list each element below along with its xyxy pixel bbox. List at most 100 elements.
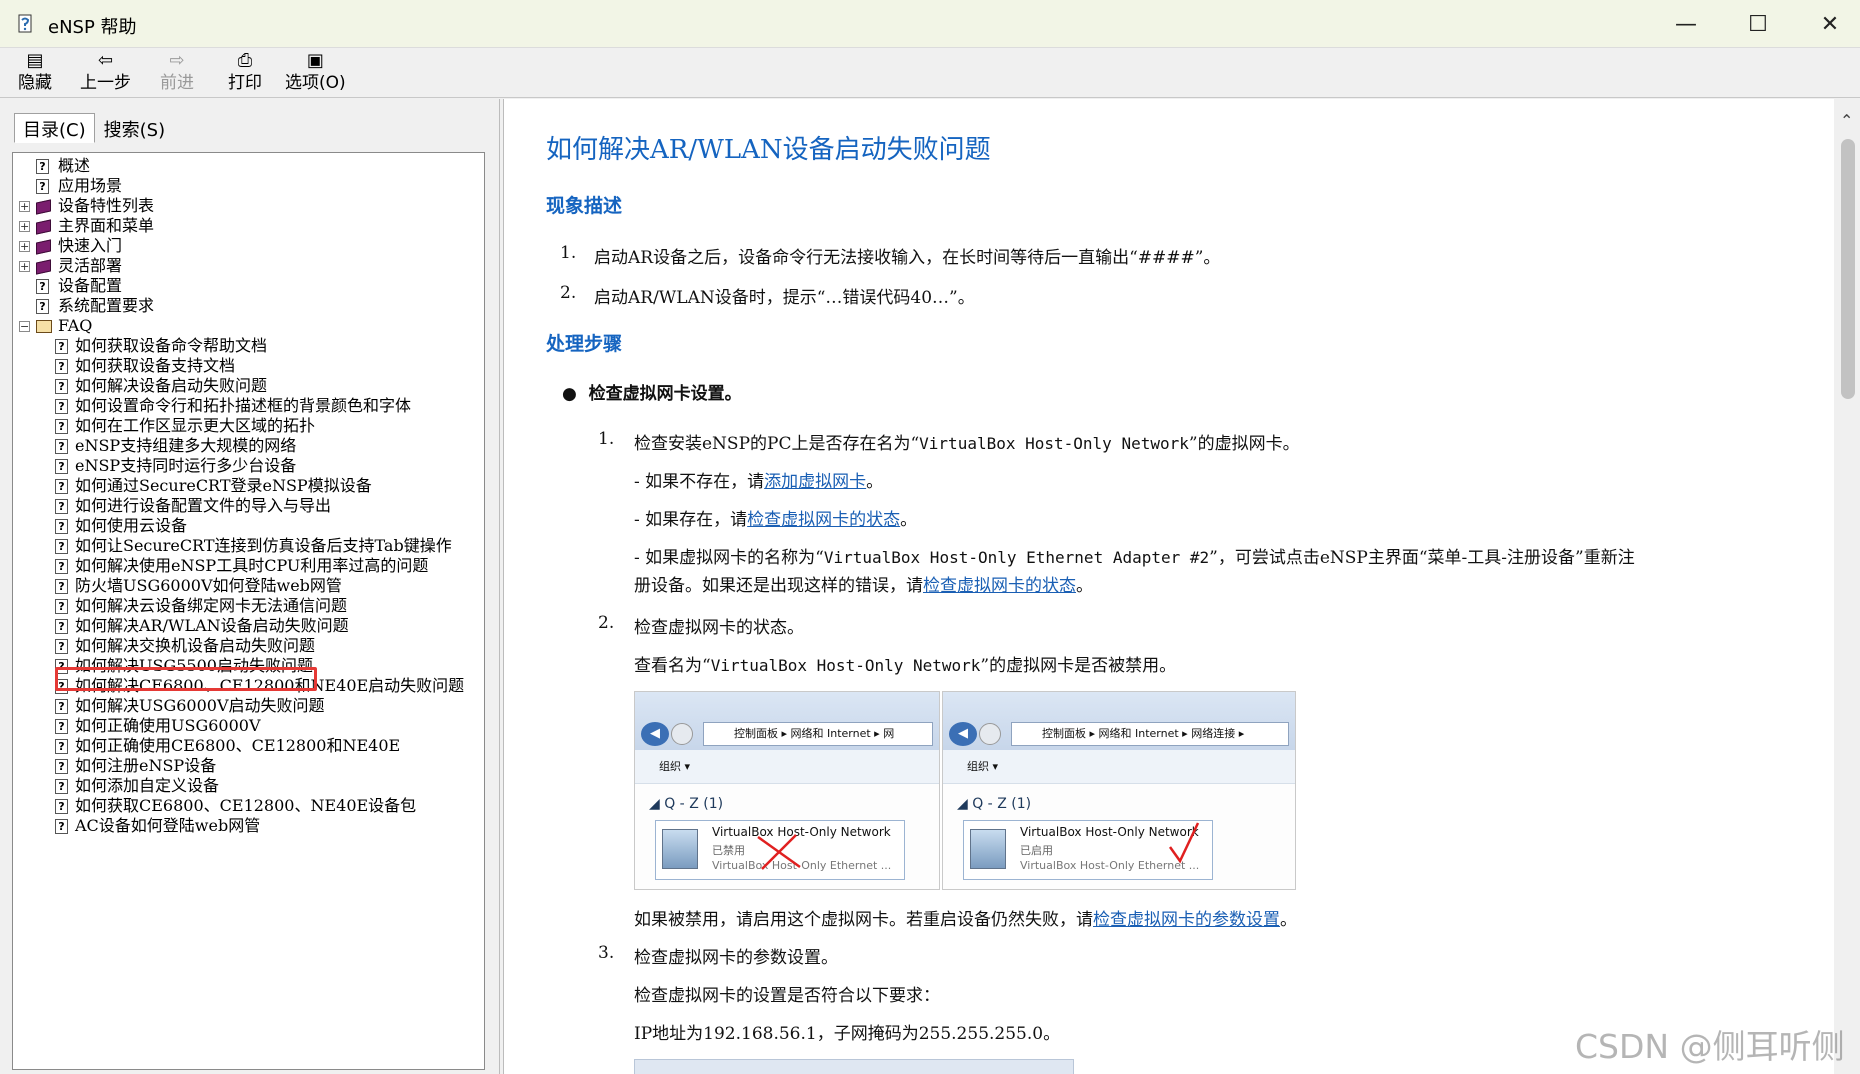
faq-list: ? 如何获取设备命令帮助文档? 如何获取设备支持文档? 如何解决设备启动失败问题? 如何… [13,336,484,836]
window-title: eNSP 帮助 [48,17,137,38]
help-page-icon: ? [55,499,68,514]
help-page-icon: ? [55,359,68,374]
expand-icon[interactable]: + [19,201,30,212]
options-button[interactable]: ▣ 选项(O) [285,50,346,96]
help-page-icon: ? [55,719,68,734]
back-circle-icon: ◀ [949,722,977,746]
tree-item-faq-15[interactable]: ? 如何解决交换机设备启动失败问题 [13,636,484,656]
tree-item-faq-1[interactable]: ? 如何获取设备支持文档 [13,356,484,376]
check-status-link-2[interactable]: 检查虚拟网卡的状态 [923,576,1076,596]
help-page-icon: ? [55,599,68,614]
tree-item-faq-21[interactable]: ? 如何注册eNSP设备 [13,756,484,776]
section-heading-steps: 处理步骤 [546,333,623,355]
close-icon[interactable]: ✕ [1808,8,1852,40]
help-page-icon: ? [55,459,68,474]
nav-tabs: 目录(C) 搜索(S) [14,113,174,143]
tree-item-deploy[interactable]: + 灵活部署 [13,256,484,276]
help-page-icon: ? [55,699,68,714]
navigation-pane: 目录(C) 搜索(S) ? 概述 ? 应用场景 + 设备特性列表 + 主界面和菜单 + 快… [0,99,500,1074]
help-page-icon: ? [36,179,49,194]
tree-item-faq-6[interactable]: ? eNSP支持同时运行多少台设备 [13,456,484,476]
tree-item-faq-13[interactable]: ? 如何解决云设备绑定网卡无法通信问题 [13,596,484,616]
tree-item-faq-3[interactable]: ? 如何设置命令行和拓扑描述框的背景颜色和字体 [13,396,484,416]
back-circle-icon: ◀ [641,722,669,746]
print-button[interactable]: ⎙ 打印 [228,50,262,96]
check-status-link[interactable]: 检查虚拟网卡的状态 [747,510,900,530]
step1-option-c-cont: 册设备。如果还是出现这样的错误，请检查虚拟网卡的状态。 [634,576,1093,596]
expand-icon[interactable]: + [19,241,30,252]
tree-item-faq-14[interactable]: ? 如何解决AR/WLAN设备启动失败问题 [13,616,484,636]
hide-pane-icon: ▤ [26,50,44,71]
help-page-icon: ? [55,439,68,454]
tree-item-faq-16[interactable]: ? 如何解决USG5500启动失败问题 [13,656,484,676]
tree-item-faq-19[interactable]: ? 如何正确使用USG6000V [13,716,484,736]
tree-item-faq-10[interactable]: ? 如何让SecureCRT连接到仿真设备后支持Tab键操作 [13,536,484,556]
help-page-icon: ? [55,799,68,814]
tree-item-faq-18[interactable]: ? 如何解决USG6000V启动失败问题 [13,696,484,716]
collapse-icon[interactable]: − [19,321,30,332]
title-bar: eNSP 帮助 — ☐ ✕ [0,0,1860,48]
tree-item-features[interactable]: + 设备特性列表 [13,196,484,216]
help-page-icon: ? [55,519,68,534]
tree-item-faq-4[interactable]: ? 如何在工作区显示更大区域的拓扑 [13,416,484,436]
organize-menu: 组织 ▾ [635,750,939,784]
tree-item-device-config[interactable]: ? 设备配置 [13,276,484,296]
tree-item-faq-11[interactable]: ? 如何解决使用eNSP工具时CPU利用率过高的问题 [13,556,484,576]
scroll-up-icon[interactable]: ⌃ [1840,111,1853,130]
tree-item-quickstart[interactable]: + 快速入门 [13,236,484,256]
scroll-thumb[interactable] [1841,139,1855,399]
screenshot-enabled: ◀ 控制面板 ▸ 网络和 Internet ▸ 网络连接 ▸ 组织 ▾ ◢ Q … [942,691,1296,890]
tree-item-faq-24[interactable]: ? AC设备如何登陆web网管 [13,816,484,836]
page-title: 如何解决AR/WLAN设备启动失败问题 [546,135,991,165]
tree-item-faq-2[interactable]: ? 如何解决设备启动失败问题 [13,376,484,396]
step1-option-c: - 如果虚拟网卡的名称为“VirtualBox Host-Only Ethern… [634,548,1635,568]
tree-item-faq-22[interactable]: ? 如何添加自定义设备 [13,776,484,796]
tree-item-faq-7[interactable]: ? 如何通过SecureCRT登录eNSP模拟设备 [13,476,484,496]
expand-icon[interactable]: + [19,221,30,232]
network-adapter-icon [970,829,1006,869]
hide-button[interactable]: ▤ 隐藏 [18,50,52,96]
options-icon: ▣ [306,50,324,71]
tab-contents[interactable]: 目录(C) [14,113,95,143]
book-icon [36,219,51,235]
tree-item-faq-12[interactable]: ? 防火墙USG6000V如何登陆web网管 [13,576,484,596]
screenshot-partial [634,1059,1074,1074]
open-book-icon [36,320,52,333]
back-button[interactable]: ⇦ 上一步 [80,50,131,96]
breadcrumb: 控制面板 ▸ 网络和 Internet ▸ 网 [703,722,933,746]
forward-button[interactable]: ⇨ 前进 [160,50,194,96]
watermark: CSDN @侧耳听侧 [1575,1027,1845,1066]
tree-item-faq-8[interactable]: ? 如何进行设备配置文件的导入与导出 [13,496,484,516]
bullet-dot: ● [562,384,589,404]
tree-item-faq-23[interactable]: ? 如何获取CE6800、CE12800、NE40E设备包 [13,796,484,816]
tree-item-overview[interactable]: ? 概述 [13,156,484,176]
tree-item-scenarios[interactable]: ? 应用场景 [13,176,484,196]
help-page-icon: ? [55,659,68,674]
tree-item-main-ui[interactable]: + 主界面和菜单 [13,216,484,236]
tree-item-faq-5[interactable]: ? eNSP支持组建多大规模的网络 [13,436,484,456]
help-page-icon: ? [36,279,49,294]
tree-item-faq-20[interactable]: ? 如何正确使用CE6800、CE12800和NE40E [13,736,484,756]
red-check-mark-icon [1168,822,1200,864]
help-page-icon: ? [36,299,49,314]
vertical-scrollbar[interactable]: ⌃ [1836,99,1860,1074]
minimize-icon[interactable]: — [1664,8,1708,40]
printer-icon: ⎙ [237,50,253,71]
tree-item-faq[interactable]: − FAQ [13,316,484,336]
add-adapter-link[interactable]: 添加虚拟网卡 [764,472,866,492]
symptom-1: 启动AR设备之后，设备命令行无法接收输入，在长时间等待后一直输出“####”。 [594,248,1221,268]
help-page-icon: ? [55,639,68,654]
expand-icon[interactable]: + [19,261,30,272]
tree-item-requirements[interactable]: ? 系统配置要求 [13,296,484,316]
step3-text: 检查虚拟网卡的参数设置。 [634,948,838,968]
list-number: 1. [560,243,577,263]
maximize-icon[interactable]: ☐ [1736,8,1780,40]
breadcrumb: 控制面板 ▸ 网络和 Internet ▸ 网络连接 ▸ [1011,722,1289,746]
tree-item-faq-9[interactable]: ? 如何使用云设备 [13,516,484,536]
tab-search[interactable]: 搜索(S) [95,113,174,143]
step3-ip: IP地址为192.168.56.1，子网掩码为255.255.255.0。 [634,1024,1061,1044]
step-number: 1. [598,429,615,449]
tree-item-faq-0[interactable]: ? 如何获取设备命令帮助文档 [13,336,484,356]
tree-item-faq-17[interactable]: ? 如何解决CE6800、CE12800和NE40E启动失败问题 [13,676,484,696]
check-params-link[interactable]: 检查虚拟网卡的参数设置 [1093,910,1280,930]
